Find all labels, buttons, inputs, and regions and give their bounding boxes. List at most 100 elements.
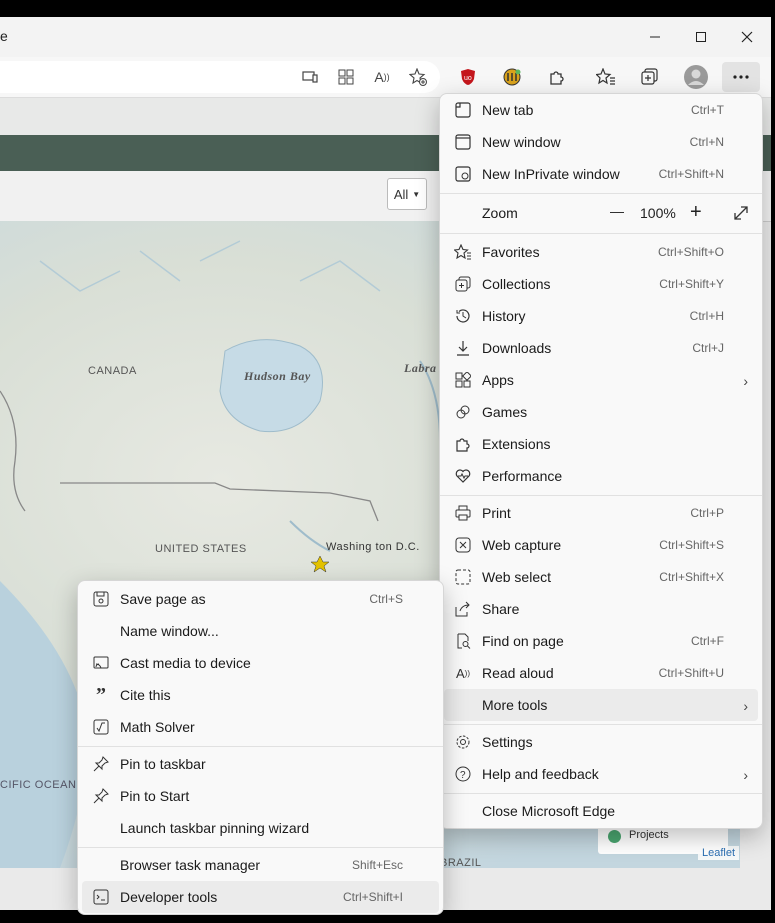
menu-item-pin-to-taskbar[interactable]: Pin to taskbar xyxy=(82,748,439,780)
favorites-shortcut: Ctrl+Shift+O xyxy=(657,245,724,259)
map-label-united-states: UNITED STATES xyxy=(155,543,247,555)
history-clock-icon xyxy=(454,307,472,325)
zoom-out-button[interactable]: — xyxy=(606,203,628,219)
share-label: Share xyxy=(482,601,520,617)
menu-item-cite-this[interactable]: ” Cite this xyxy=(82,679,439,711)
name-window-label: Name window... xyxy=(120,623,219,639)
history-shortcut: Ctrl+H xyxy=(689,309,724,323)
read-aloud-icon[interactable]: A)) xyxy=(368,64,396,90)
help-feedback-label: Help and feedback xyxy=(482,766,599,782)
pin-start-label: Pin to Start xyxy=(120,788,190,804)
save-icon xyxy=(92,590,110,608)
menu-item-save-page-as[interactable]: Save page as Ctrl+S xyxy=(82,583,439,615)
menu-item-developer-tools[interactable]: Developer tools Ctrl+Shift+I xyxy=(82,881,439,913)
menu-item-web-capture[interactable]: Web capture Ctrl+Shift+S xyxy=(444,529,758,561)
menu-item-apps[interactable]: Apps › xyxy=(444,364,758,396)
web-capture-shortcut: Ctrl+Shift+S xyxy=(659,538,724,552)
menu-item-find-on-page[interactable]: Find on page Ctrl+F xyxy=(444,625,758,657)
menu-item-help-and-feedback[interactable]: ? Help and feedback › xyxy=(444,758,758,790)
maximize-button[interactable] xyxy=(678,23,724,51)
pin-taskbar-label: Pin to taskbar xyxy=(120,756,206,772)
save-page-as-shortcut: Ctrl+S xyxy=(369,592,403,606)
settings-and-more-button[interactable] xyxy=(722,62,760,92)
downloads-shortcut: Ctrl+J xyxy=(692,341,724,355)
menu-item-favorites[interactable]: Favorites Ctrl+Shift+O xyxy=(444,236,758,268)
zoom-label: Zoom xyxy=(482,205,518,221)
menu-item-launch-pinning-wizard[interactable]: Launch taskbar pinning wizard xyxy=(82,812,439,844)
menu-item-extensions[interactable]: Extensions xyxy=(444,428,758,460)
caret-down-icon: ▼ xyxy=(412,189,421,199)
menu-item-downloads[interactable]: Downloads Ctrl+J xyxy=(444,332,758,364)
math-solver-label: Math Solver xyxy=(120,719,195,735)
favorites-icon[interactable] xyxy=(592,64,620,90)
performance-label: Performance xyxy=(482,468,563,484)
menu-item-new-window[interactable]: New window Ctrl+N xyxy=(444,126,758,158)
pin-icon xyxy=(92,755,110,773)
menu-item-collections[interactable]: Collections Ctrl+Shift+Y xyxy=(444,268,758,300)
menu-separator xyxy=(440,793,762,794)
apps-label: Apps xyxy=(482,372,514,388)
print-shortcut: Ctrl+P xyxy=(690,506,724,520)
more-tools-submenu: Save page as Ctrl+S Name window... Cast … xyxy=(77,580,444,915)
ublock-shield-icon[interactable]: uo xyxy=(454,64,482,90)
svg-text:?: ? xyxy=(460,770,466,781)
menu-item-cast-media[interactable]: Cast media to device xyxy=(82,647,439,679)
menu-item-browser-task-manager[interactable]: Browser task manager Shift+Esc xyxy=(82,849,439,881)
quote-icon: ” xyxy=(96,683,106,706)
new-window-icon xyxy=(454,133,472,151)
profile-avatar[interactable] xyxy=(682,64,710,90)
menu-item-close-microsoft-edge[interactable]: Close Microsoft Edge xyxy=(444,795,758,827)
leaflet-attribution[interactable]: Leaflet xyxy=(698,846,740,860)
menu-item-more-tools[interactable]: More tools › xyxy=(444,689,758,721)
apps-grid-icon[interactable] xyxy=(332,64,360,90)
minimize-button[interactable] xyxy=(632,23,678,51)
menu-item-performance[interactable]: Performance xyxy=(444,460,758,492)
performance-heart-icon xyxy=(454,467,472,485)
zoom-in-button[interactable]: + xyxy=(690,201,702,224)
close-icon xyxy=(741,31,753,43)
menu-item-new-tab[interactable]: New tab Ctrl+T xyxy=(444,94,758,126)
save-page-as-label: Save page as xyxy=(120,591,206,607)
settings-gear-icon xyxy=(454,733,472,751)
menu-separator xyxy=(440,724,762,725)
extensions-puzzle-icon[interactable] xyxy=(543,64,571,90)
menu-item-settings[interactable]: Settings xyxy=(444,726,758,758)
menu-item-pin-to-start[interactable]: Pin to Start xyxy=(82,780,439,812)
menu-item-print[interactable]: Print Ctrl+P xyxy=(444,497,758,529)
filter-select[interactable]: All ▼ xyxy=(387,178,427,210)
menu-item-read-aloud[interactable]: A)) Read aloud Ctrl+Shift+U xyxy=(444,657,758,689)
menu-item-history[interactable]: History Ctrl+H xyxy=(444,300,758,332)
apps-icon xyxy=(454,371,472,389)
more-tools-label: More tools xyxy=(482,697,548,713)
favorites-label: Favorites xyxy=(482,244,540,260)
device-icon[interactable] xyxy=(296,64,324,90)
menu-item-math-solver[interactable]: Math Solver xyxy=(82,711,439,743)
cite-this-label: Cite this xyxy=(120,687,171,703)
settings-label: Settings xyxy=(482,734,533,750)
menu-item-games[interactable]: Games xyxy=(444,396,758,428)
menu-item-new-inprivate-window[interactable]: New InPrivate window Ctrl+Shift+N xyxy=(444,158,758,190)
chevron-right-icon: › xyxy=(743,698,748,714)
filter-select-value: All xyxy=(393,186,409,202)
menu-item-share[interactable]: Share xyxy=(444,593,758,625)
browser-toolbar: A)) uo xyxy=(0,57,771,98)
menu-item-name-window[interactable]: Name window... xyxy=(82,615,439,647)
extension-badge-icon[interactable] xyxy=(498,64,526,90)
legend-dot xyxy=(608,830,621,843)
menu-item-web-select[interactable]: Web select Ctrl+Shift+X xyxy=(444,561,758,593)
add-favorite-icon[interactable] xyxy=(404,64,432,90)
cast-media-label: Cast media to device xyxy=(120,655,251,671)
collections-icon[interactable] xyxy=(636,64,664,90)
svg-text:uo: uo xyxy=(464,75,472,82)
close-edge-label: Close Microsoft Edge xyxy=(482,803,616,819)
map-label-brazil: BRAZIL xyxy=(440,857,482,868)
read-aloud-label: Read aloud xyxy=(482,665,554,681)
new-tab-shortcut: Ctrl+T xyxy=(691,103,724,117)
favorites-star-icon xyxy=(454,243,472,261)
menu-separator xyxy=(78,847,443,848)
maximize-icon xyxy=(696,32,706,42)
close-window-button[interactable] xyxy=(724,23,770,51)
fullscreen-button[interactable] xyxy=(732,204,750,225)
web-capture-label: Web capture xyxy=(482,537,562,553)
menu-separator xyxy=(440,495,762,496)
